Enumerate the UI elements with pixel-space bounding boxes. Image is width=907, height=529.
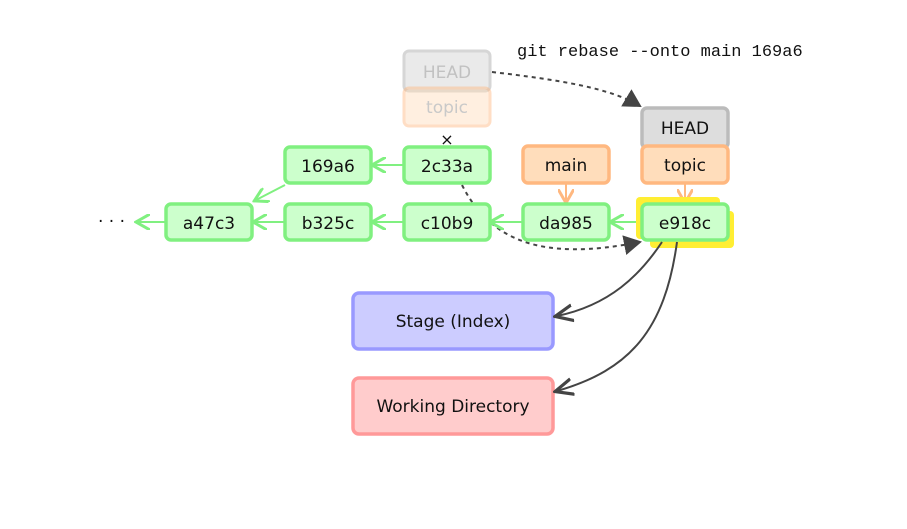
commit-a47c3[interactable]: a47c3 [164,202,254,242]
commit-da985[interactable]: da985 [521,202,611,242]
branch-topic[interactable]: topic [640,144,730,185]
head-move-arrow [491,71,642,108]
rebase-command: git rebase --onto main 169a6 [517,43,803,62]
arrow-169a6-a47c3 [256,184,286,200]
arrow-e918c-stage [557,241,663,316]
svg-text:c10b9: c10b9 [421,214,474,234]
git-rebase-diagram: git rebase --onto main 169a6 HEAD topic … [98,43,803,436]
svg-text:Working Directory: Working Directory [376,397,529,417]
svg-text:a47c3: a47c3 [183,214,235,234]
head-ref[interactable]: HEAD [640,106,730,150]
svg-text:main: main [545,156,587,176]
svg-text:HEAD: HEAD [661,119,709,139]
svg-text:2c33a: 2c33a [421,157,473,177]
history-ellipsis: · · · [98,212,125,232]
commit-b325c[interactable]: b325c [283,202,373,242]
svg-text:169a6: 169a6 [301,157,355,177]
svg-text:e918c: e918c [659,214,711,234]
svg-text:da985: da985 [539,214,593,234]
commit-e918c[interactable]: e918c [640,202,730,242]
svg-text:b325c: b325c [302,214,355,234]
old-topic-ref: topic [402,86,492,128]
branch-main[interactable]: main [521,144,611,185]
commit-169a6[interactable]: 169a6 [283,145,373,185]
svg-text:HEAD: HEAD [423,63,471,83]
old-head-ref: HEAD [402,49,492,93]
svg-text:topic: topic [426,98,468,118]
stage-index-box: Stage (Index) [351,291,555,351]
commit-2c33a[interactable]: 2c33a [402,145,492,185]
commit-c10b9[interactable]: c10b9 [402,202,492,242]
working-directory-box: Working Directory [351,376,555,436]
arrow-e918c-working [557,241,678,391]
svg-text:topic: topic [664,156,706,176]
svg-text:Stage (Index): Stage (Index) [396,312,511,332]
